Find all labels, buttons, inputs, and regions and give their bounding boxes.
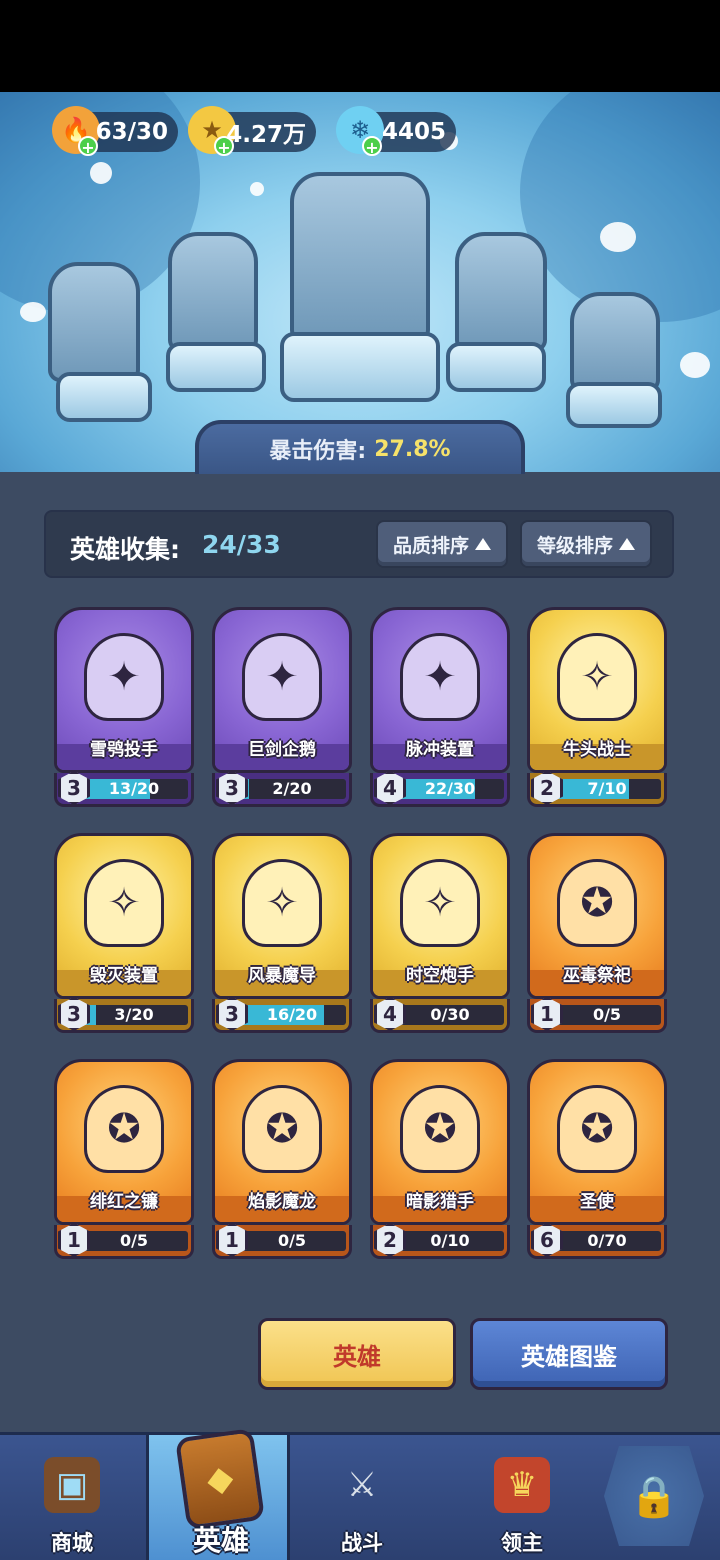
hero-card-icon: ◆	[174, 1428, 266, 1530]
hero-name: 绯红之镰	[90, 1192, 158, 1212]
hero-tab-button[interactable]: 英雄	[258, 1318, 456, 1390]
stamina-counter[interactable]: 🔥 + 63/30	[52, 106, 178, 157]
nav-hero-label: 英雄	[192, 1524, 249, 1557]
hero-name: 脉冲装置	[406, 740, 474, 760]
hero-shard-progress: 0/70	[587, 1231, 627, 1250]
hero-portrait: ✧	[557, 633, 637, 721]
hero-shard-progress: 0/5	[119, 1231, 149, 1250]
triangle-up-icon	[475, 538, 491, 550]
locked-tab-lock-icon[interactable]: 🔒	[604, 1446, 704, 1546]
hero-name: 巫毒祭祀	[563, 966, 631, 986]
hero-shard-progress: 0/10	[430, 1231, 470, 1250]
hero-card[interactable]: ✧ 时空炮手 0/30 4	[370, 833, 510, 1033]
sort-by-quality-button[interactable]: 品质排序	[376, 520, 508, 568]
hero-card[interactable]: ✧ 风暴魔导 16/20 3	[212, 833, 352, 1033]
hero-name: 风暴魔导	[248, 966, 316, 986]
banner-flag-icon: ♛	[494, 1457, 550, 1513]
hero-shard-progress: 3/20	[114, 1005, 154, 1024]
sort-by-level-button[interactable]: 等级排序	[520, 520, 652, 568]
hero-codex-label: 英雄图鉴	[521, 1342, 617, 1371]
hero-card[interactable]: ✪ 巫毒祭祀 0/5 1	[527, 833, 667, 1033]
hero-card[interactable]: ✪ 暗影猎手 0/10 2	[370, 1059, 510, 1259]
hero-card[interactable]: ✦ 脉冲装置 22/30 4	[370, 607, 510, 807]
hero-portrait: ✪	[557, 859, 637, 947]
statue-knight	[455, 232, 547, 352]
hero-portrait: ✦	[400, 633, 480, 721]
hero-portrait: ✧	[242, 859, 322, 947]
hero-portrait: ✧	[400, 859, 480, 947]
add-crystal-icon[interactable]: +	[362, 136, 382, 157]
hero-tab-label: 英雄	[333, 1342, 381, 1371]
crystal-value: 4405	[381, 119, 446, 145]
hero-name: 雪鸮投手	[90, 740, 158, 760]
hero-shard-progress: 22/30	[424, 779, 476, 798]
sort-level-label: 等级排序	[536, 534, 613, 557]
hero-shard-progress: 0/30	[430, 1005, 470, 1024]
hero-portrait: ✦	[242, 633, 322, 721]
hero-card[interactable]: ✦ 巨剑企鹅 2/20 3	[212, 607, 352, 807]
hero-shard-progress: 7/10	[587, 779, 627, 798]
triangle-up-icon	[619, 538, 635, 550]
crit-damage-label: 暴击伤害:	[269, 439, 367, 464]
hero-card[interactable]: ✦ 雪鸮投手 13/20 3	[54, 607, 194, 807]
collection-label: 英雄收集:	[70, 535, 180, 564]
statue-eagle	[168, 232, 258, 352]
hero-codex-button[interactable]: 英雄图鉴	[470, 1318, 668, 1390]
hero-card[interactable]: ✧ 牛头战士 7/10 2	[527, 607, 667, 807]
treasure-chest-icon: ▣	[44, 1457, 100, 1513]
crit-damage-plaque: 暴击伤害: 27.8%	[195, 420, 525, 474]
hero-name: 毁灭装置	[90, 966, 158, 986]
hero-shard-progress: 2/20	[272, 779, 312, 798]
hero-portrait: ✦	[84, 633, 164, 721]
statue-dragon	[290, 172, 430, 342]
nav-hero[interactable]: ◆ 英雄	[146, 1428, 290, 1560]
crystal-counter[interactable]: ❄ + 4405	[336, 106, 456, 157]
hero-card[interactable]: ✪ 圣使 0/70 6	[527, 1059, 667, 1259]
gold-value: 4.27万	[226, 122, 306, 148]
nav-battle[interactable]: ⚔ 战斗	[290, 1435, 434, 1560]
hero-portrait: ✪	[400, 1085, 480, 1173]
hero-card[interactable]: ✪ 绯红之镰 0/5 1	[54, 1059, 194, 1259]
stamina-value: 63/30	[95, 119, 168, 145]
nav-lord[interactable]: ♛ 领主	[450, 1435, 594, 1560]
sort-quality-label: 品质排序	[392, 534, 469, 557]
hero-name: 圣使	[580, 1192, 614, 1212]
crit-damage-value: 27.8%	[374, 436, 451, 462]
hero-portrait: ✧	[84, 859, 164, 947]
hero-shard-progress: 0/5	[277, 1231, 307, 1250]
nav-shop-label: 商城	[51, 1531, 93, 1555]
statue-robot	[570, 292, 660, 392]
hero-portrait: ✪	[557, 1085, 637, 1173]
hero-name: 焰影魔龙	[248, 1192, 316, 1212]
hero-portrait: ✪	[242, 1085, 322, 1173]
hero-card[interactable]: ✧ 毁灭装置 3/20 3	[54, 833, 194, 1033]
nav-shop[interactable]: ▣ 商城	[0, 1435, 144, 1560]
nav-battle-label: 战斗	[341, 1531, 383, 1555]
collection-count: 24/33	[202, 530, 281, 559]
hero-name: 牛头战士	[563, 740, 631, 760]
hero-name: 暗影猎手	[406, 1192, 474, 1212]
nav-lord-label: 领主	[501, 1531, 543, 1555]
hero-shard-progress: 0/5	[592, 1005, 622, 1024]
hero-shard-progress: 13/20	[108, 779, 160, 798]
hero-name: 巨剑企鹅	[248, 740, 316, 760]
hero-portrait: ✪	[84, 1085, 164, 1173]
status-bar	[0, 0, 720, 92]
hero-name: 时空炮手	[406, 966, 474, 986]
hero-shard-progress: 16/20	[266, 1005, 318, 1024]
gold-counter[interactable]: ★ + 4.27万	[188, 106, 316, 157]
hero-card[interactable]: ✪ 焰影魔龙 0/5 1	[212, 1059, 352, 1259]
statue-left	[48, 262, 140, 382]
crossed-swords-icon: ⚔	[346, 1465, 378, 1505]
collection-bar: 英雄收集: 24/33 品质排序 等级排序	[44, 510, 674, 578]
